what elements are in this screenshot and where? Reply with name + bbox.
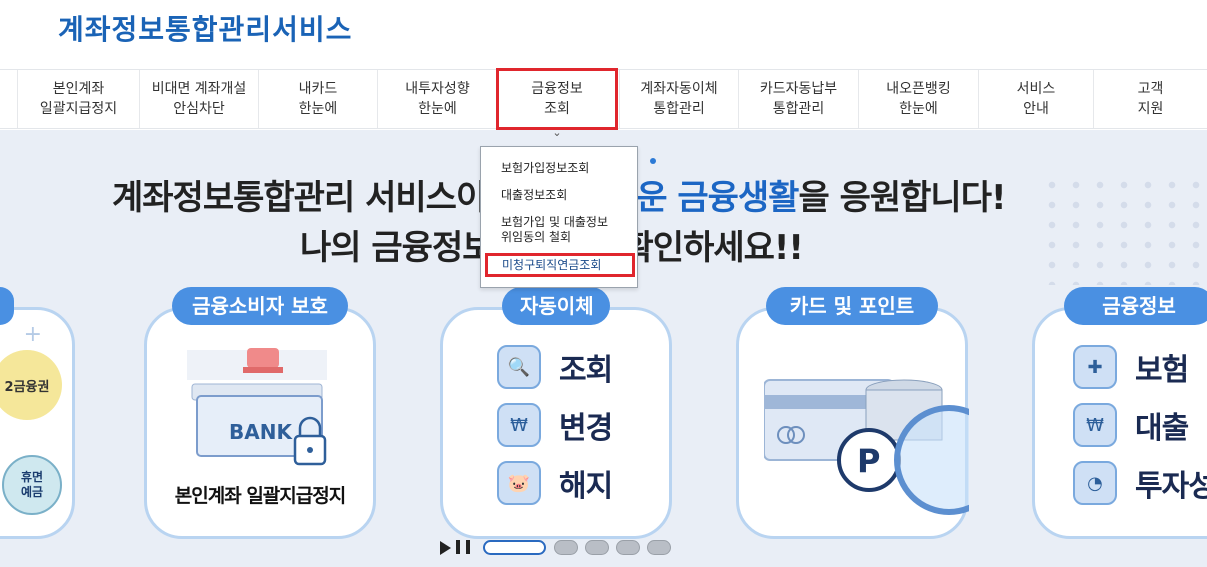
- nav-item-label: 통합관리: [772, 101, 825, 117]
- fin-info-dropdown: 보험가입정보조회 대출정보조회 보험가입 및 대출정보 위임동의 철회 미청구퇴…: [480, 146, 638, 288]
- row-investment[interactable]: ◔ 투자성: [1073, 458, 1207, 508]
- hero-text: 계좌정보통합관리 서비스이: [112, 178, 487, 218]
- card-tag-card-points: 카드 및 포인트: [766, 287, 938, 325]
- nav-item-label: 지원: [1137, 101, 1164, 117]
- nav-item-invest-profile[interactable]: 내투자성향 한눈에: [377, 70, 497, 128]
- slider-indicator[interactable]: [554, 540, 578, 555]
- badge-dormant-deposit: 휴면 예금: [2, 455, 62, 515]
- row-change[interactable]: ₩ 변경: [497, 400, 613, 450]
- nav-item-label: 안심차단: [173, 101, 225, 117]
- play-icon[interactable]: [440, 541, 451, 555]
- nav-item-account-stop[interactable]: 본인계좌 일괄지급정지: [17, 70, 139, 128]
- nav-item-auto-transfer[interactable]: 계좌자동이체 통합관리: [619, 70, 738, 128]
- piggy-bank-icon: 🐷: [497, 461, 541, 505]
- nav-item-label: 한눈에: [418, 101, 457, 117]
- nav-item-label: 내투자성향: [405, 81, 470, 97]
- nav-item-label: 일괄지급정지: [39, 101, 118, 117]
- currency-exchange-icon: ₩: [497, 403, 541, 447]
- document-search-icon: 🔍: [497, 345, 541, 389]
- chevron-down-icon: ⌄: [552, 126, 562, 139]
- dropdown-item-insurance-info[interactable]: 보험가입정보조회: [501, 161, 589, 176]
- nav-item-label: 서비스: [1016, 81, 1056, 97]
- nav-item-label: 내카드: [298, 81, 338, 97]
- nav-item-label: 고객: [1137, 81, 1164, 97]
- nav-item-nonface-block[interactable]: 비대면 계좌개설 안심차단: [139, 70, 258, 128]
- row-loan[interactable]: ₩ 대출: [1073, 400, 1189, 450]
- card-auto-transfer[interactable]: 🔍 조회 ₩ 변경 🐷 해지: [440, 307, 672, 539]
- row-inquiry[interactable]: 🔍 조회: [497, 342, 613, 392]
- nav-item-label: 계좌자동이체: [640, 81, 718, 97]
- dropdown-item-unclaimed-pension[interactable]: 미청구퇴직연금조회: [485, 253, 635, 277]
- card-caption: 본인계좌 일괄지급정지: [174, 485, 346, 507]
- dot-pattern-decoration: [1040, 175, 1207, 285]
- row-cancel[interactable]: 🐷 해지: [497, 458, 613, 508]
- badge-label: 휴면: [20, 470, 44, 484]
- nav-item-fin-info[interactable]: 금융정보 조회: [496, 68, 618, 130]
- bank-lock-icon: BANK: [187, 348, 327, 466]
- dropdown-item-label: 보험가입 및 대출정보: [501, 215, 608, 229]
- nav-item-customer-support[interactable]: 고객 지원: [1093, 70, 1207, 128]
- slider-indicator-active[interactable]: [483, 540, 546, 555]
- badge-label: 예금: [20, 485, 44, 499]
- hand-coin-icon: ₩: [1073, 403, 1117, 447]
- card-consumer-protection[interactable]: BANK 본인계좌 일괄지급정지: [144, 307, 376, 539]
- nav-item-label: 카드자동납부: [759, 81, 838, 97]
- card-tag-consumer: 금융소비자 보호: [172, 287, 348, 325]
- shield-plus-icon: ✚: [1073, 345, 1117, 389]
- nav-item-label: 한눈에: [899, 101, 938, 117]
- slider-indicator[interactable]: [585, 540, 609, 555]
- card-partial-left[interactable]: 2금융권 휴면 예금 +: [0, 307, 75, 539]
- dropdown-item-delegation-revoke[interactable]: 보험가입 및 대출정보 위임동의 철회: [501, 215, 608, 245]
- row-label: 투자성: [1135, 469, 1207, 504]
- row-insurance[interactable]: ✚ 보험: [1073, 342, 1189, 392]
- hero-text: 을 응원합니다!: [798, 178, 1006, 218]
- card-card-points[interactable]: P: [736, 307, 969, 539]
- nav-item-label: 조회: [544, 101, 570, 117]
- slider-indicator[interactable]: [647, 540, 671, 555]
- nav-item-label: 내오픈뱅킹: [886, 81, 951, 97]
- card-tag-fin-info: 금융정보: [1064, 287, 1207, 325]
- card-tag-auto: 자동이체: [502, 287, 610, 325]
- point-p-label: P: [857, 442, 880, 480]
- nav-item-label: 안내: [1023, 101, 1049, 117]
- dropdown-item-loan-info[interactable]: 대출정보조회: [501, 188, 567, 203]
- slider-indicator[interactable]: [616, 540, 640, 555]
- main-nav: 본인계좌 일괄지급정지 비대면 계좌개설 안심차단 내카드 한눈에 내투자성향 …: [0, 68, 1207, 130]
- nav-item-service-guide[interactable]: 서비스 안내: [978, 70, 1093, 128]
- badge-label: 2금융권: [4, 379, 50, 395]
- hero-text: 나의 금융정보: [300, 228, 494, 268]
- row-label: 보험: [1135, 353, 1189, 388]
- pie-chart-icon: ◔: [1073, 461, 1117, 505]
- nav-item-open-banking[interactable]: 내오픈뱅킹 한눈에: [858, 70, 978, 128]
- header: 계좌정보통합관리서비스: [0, 0, 1207, 70]
- bank-label: BANK: [229, 420, 293, 444]
- nav-item-label: 한눈에: [298, 101, 338, 117]
- plus-icon: +: [23, 322, 42, 347]
- hero-text-highlight: 운 금융생활: [636, 178, 799, 218]
- accent-dot: [650, 158, 656, 164]
- page-root: { "header": { "logo_text": "계좌정보통합관리서비스"…: [0, 0, 1207, 567]
- site-logo[interactable]: 계좌정보통합관리서비스: [58, 8, 352, 48]
- nav-item-label: 금융정보: [531, 81, 583, 97]
- row-label: 해지: [559, 469, 613, 504]
- card-points-magnifier-icon: P: [764, 379, 969, 515]
- nav-item-card-autopay[interactable]: 카드자동납부 통합관리: [738, 70, 858, 128]
- hero-text: 확인하세요!!: [622, 228, 804, 268]
- nav-item-label: 비대면 계좌개설: [151, 81, 247, 97]
- dropdown-item-label: 위임동의 철회: [501, 230, 572, 244]
- pause-icon[interactable]: [456, 540, 470, 556]
- row-label: 변경: [559, 411, 613, 446]
- nav-item-my-card[interactable]: 내카드 한눈에: [258, 70, 377, 128]
- nav-item-label: 통합관리: [653, 101, 705, 117]
- row-label: 대출: [1135, 411, 1189, 446]
- row-label: 조회: [559, 353, 613, 388]
- badge-2nd-finance: 2금융권: [0, 350, 62, 420]
- card-fin-info[interactable]: ✚ 보험 ₩ 대출 ◔ 투자성: [1032, 307, 1207, 539]
- nav-item-label: 본인계좌: [52, 81, 105, 97]
